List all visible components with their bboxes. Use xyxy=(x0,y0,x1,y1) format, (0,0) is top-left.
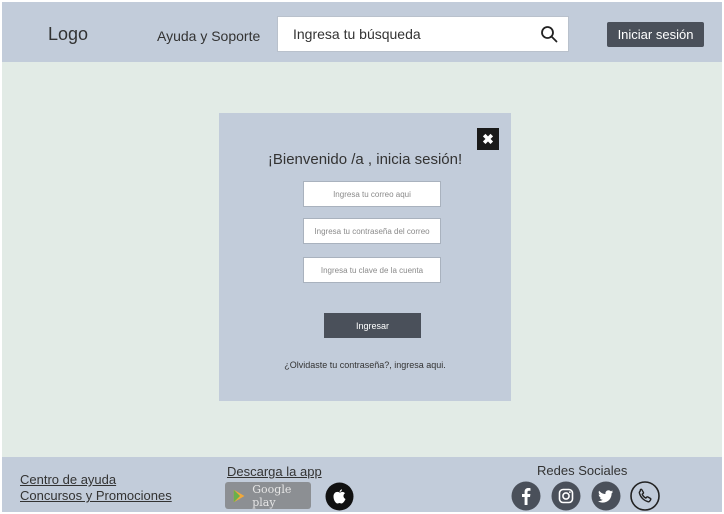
login-modal: ✖ ¡Bienvenido /a , inicia sesión! Ingres… xyxy=(219,113,511,401)
login-button[interactable]: Iniciar sesión xyxy=(607,22,704,47)
phone-icon[interactable] xyxy=(630,481,660,511)
footer: Centro de ayuda Concursos y Promociones … xyxy=(2,457,722,512)
help-center-link[interactable]: Centro de ayuda xyxy=(20,472,116,487)
close-icon[interactable]: ✖ xyxy=(477,128,499,150)
social-title: Redes Sociales xyxy=(537,463,628,478)
instagram-icon[interactable] xyxy=(551,481,581,511)
download-app-link[interactable]: Descarga la app xyxy=(227,464,322,479)
logo[interactable]: Logo xyxy=(48,24,88,45)
account-key-field[interactable] xyxy=(303,257,441,283)
submit-button[interactable]: Ingresar xyxy=(324,313,421,338)
search-input[interactable]: Ingresa tu búsqueda xyxy=(293,26,421,42)
password-field[interactable] xyxy=(303,218,441,244)
google-play-button[interactable]: Google play xyxy=(225,482,311,509)
apple-icon[interactable] xyxy=(325,482,354,511)
promotions-link[interactable]: Concursos y Promociones xyxy=(20,488,172,503)
facebook-icon[interactable] xyxy=(511,481,541,511)
email-field[interactable] xyxy=(303,181,441,207)
google-play-label: Google play xyxy=(252,482,292,509)
help-support-link[interactable]: Ayuda y Soporte xyxy=(157,28,260,44)
header: Logo Ayuda y Soporte Ingresa tu búsqueda… xyxy=(2,2,722,62)
google-play-icon xyxy=(233,489,245,502)
modal-title: ¡Bienvenido /a , inicia sesión! xyxy=(267,151,463,168)
forgot-password-link[interactable]: ¿Olvidaste tu contraseña?, ingresa aqui. xyxy=(219,360,511,370)
twitter-icon[interactable] xyxy=(591,481,621,511)
search-box[interactable]: Ingresa tu búsqueda xyxy=(277,16,569,52)
search-icon[interactable] xyxy=(540,25,558,43)
